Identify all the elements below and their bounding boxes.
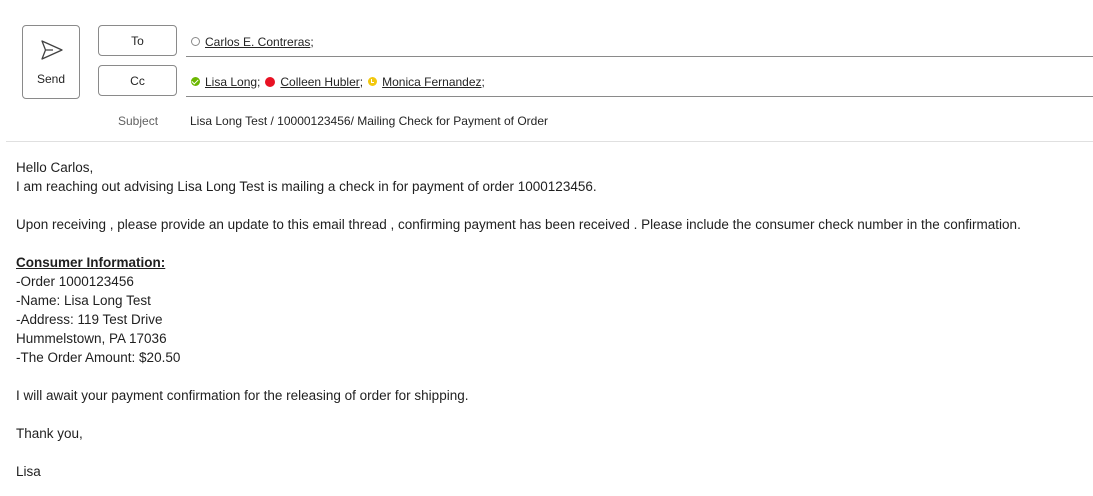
to-recipient[interactable]: Carlos E. Contreras;: [186, 35, 314, 49]
recipient-name: Lisa Long: [205, 74, 258, 89]
cc-recipient[interactable]: Colleen Hubler;: [265, 75, 363, 89]
info-line: -Name: Lisa Long Test: [16, 293, 151, 308]
message-body[interactable]: Hello Carlos, I am reaching out advising…: [16, 158, 1083, 481]
to-button[interactable]: To: [98, 25, 177, 56]
cc-field[interactable]: Lisa Long; Colleen Hubler; Monica Fernan…: [186, 67, 1093, 97]
signature: Lisa: [16, 464, 41, 479]
recipient-separator: ;: [310, 34, 314, 49]
body-paragraph: I am reaching out advising Lisa Long Tes…: [16, 179, 597, 194]
body-paragraph: I will await your payment confirmation f…: [16, 388, 469, 403]
info-line: -Address: 119 Test Drive: [16, 312, 163, 327]
cc-label: Cc: [130, 73, 145, 88]
body-paragraph: Upon receiving , please provide an updat…: [16, 217, 1021, 232]
info-line: -Order 1000123456: [16, 274, 134, 289]
cc-recipient[interactable]: Monica Fernandez;: [368, 75, 485, 89]
info-line: -The Order Amount: $20.50: [16, 350, 181, 365]
consumer-info-heading: Consumer Information:: [16, 255, 166, 270]
cc-recipient[interactable]: Lisa Long;: [186, 75, 260, 89]
recipient-name: Carlos E. Contreras: [205, 34, 311, 49]
subject-input[interactable]: Lisa Long Test / 10000123456/ Mailing Ch…: [190, 114, 548, 128]
recipient-separator: ;: [359, 74, 364, 89]
send-label: Send: [36, 72, 66, 86]
cc-button[interactable]: Cc: [98, 65, 177, 96]
recipient-separator: ;: [481, 74, 485, 89]
presence-away-icon: [368, 77, 378, 86]
send-icon: [41, 40, 63, 60]
closing: Thank you,: [16, 426, 83, 441]
recipient-name: Monica Fernandez: [382, 74, 482, 89]
info-line: Hummelstown, PA 17036: [16, 331, 167, 346]
presence-busy-icon: [265, 76, 276, 87]
recipient-name: Colleen Hubler: [280, 74, 360, 89]
presence-available-icon: [191, 77, 200, 86]
recipient-separator: ;: [257, 74, 261, 89]
presence-offline-icon: [191, 37, 200, 46]
to-label: To: [131, 33, 144, 48]
subject-label: Subject: [118, 114, 159, 128]
header-divider: [6, 141, 1093, 142]
greeting: Hello Carlos,: [16, 160, 94, 175]
to-field[interactable]: Carlos E. Contreras;: [186, 27, 1093, 57]
send-button[interactable]: Send: [22, 25, 80, 99]
